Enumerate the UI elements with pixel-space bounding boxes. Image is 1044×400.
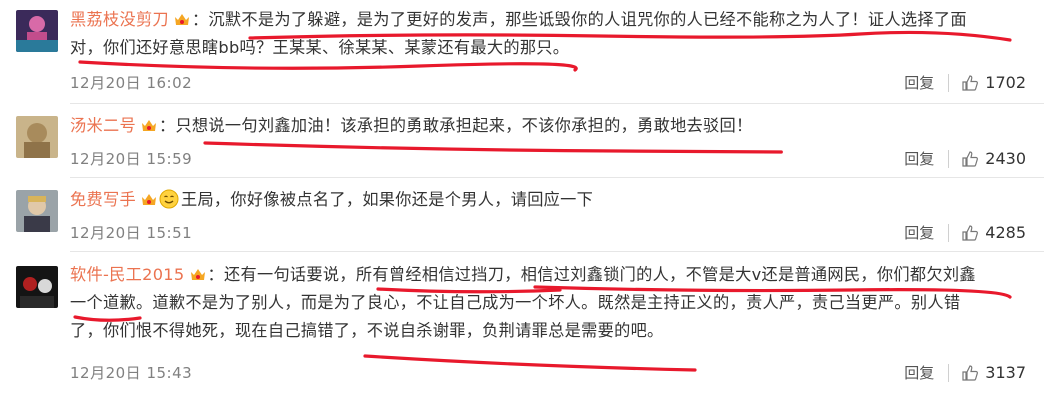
comment-text-cont: 一个道歉。道歉不是为了别人，而是为了良心，不让自己成为一个坏人。既然是主持正义的… [70,293,961,312]
username[interactable]: 软件-民工2015 [70,265,185,284]
vip-crown-icon [173,8,191,25]
timestamp: 12月20日 15:43 [70,364,193,382]
divider [948,149,950,168]
timestamp: 12月20日 15:59 [70,150,193,168]
vip-crown-icon [140,188,158,205]
like-count: 3137 [985,363,1026,382]
vip-crown-icon [189,263,207,280]
avatar[interactable] [16,10,58,52]
comment-divider [70,103,1044,104]
username[interactable]: 免费写手 [70,190,136,209]
underline-mark [203,141,783,154]
timestamp: 12月20日 16:02 [70,74,193,92]
comment-text-cont: 了，你们恨不得她死，现在自己搞错了，不说自杀谢罪，负荆请罪总是需要的吧。 [70,321,664,340]
smile-emoji-icon [159,189,179,209]
underline-mark [363,354,697,372]
thumbs-up-icon[interactable] [961,74,979,92]
reply-button[interactable]: 回复 [904,72,934,93]
reply-button[interactable]: 回复 [904,148,934,169]
username[interactable]: 黑荔枝没剪刀 [70,10,169,29]
underline-mark [78,60,578,72]
comment-text: 王局，你好像被点名了，如果你还是个男人，请回应一下 [180,190,594,209]
timestamp: 12月20日 15:51 [70,224,193,242]
comment-text: ：只想说一句刘鑫加油！该承担的勇敢承担起来，不该你承担的，勇敢地去驳回！ [158,116,753,135]
divider [948,223,950,242]
avatar[interactable] [16,190,58,232]
comment-text: ：沉默不是为了躲避，是为了更好的发声，那些诋毁你的人诅咒你的人已经不能称之为人了… [191,10,967,29]
vip-crown-icon [140,114,158,131]
like-count: 4285 [985,223,1026,242]
like-count: 2430 [985,149,1026,168]
avatar[interactable] [16,116,58,158]
divider [948,73,950,92]
thumbs-up-icon[interactable] [961,224,979,242]
reply-button[interactable]: 回复 [904,362,934,383]
avatar[interactable] [16,266,58,308]
comment-divider [70,177,1044,178]
like-count: 1702 [985,73,1026,92]
comment-divider [70,251,1044,252]
username[interactable]: 汤米二号 [70,116,136,135]
divider [948,363,950,382]
thumbs-up-icon[interactable] [961,364,979,382]
thumbs-up-icon[interactable] [961,150,979,168]
comment-text-cont: 对，你们还好意思瞎bb吗？王某某、徐某某、某蒙还有最大的那只。 [70,38,570,57]
reply-button[interactable]: 回复 [904,222,934,243]
comment-text: ：还有一句话要说，所有曾经相信过挡刀，相信过刘鑫锁门的人，不管是大v还是普通网民… [207,265,976,284]
